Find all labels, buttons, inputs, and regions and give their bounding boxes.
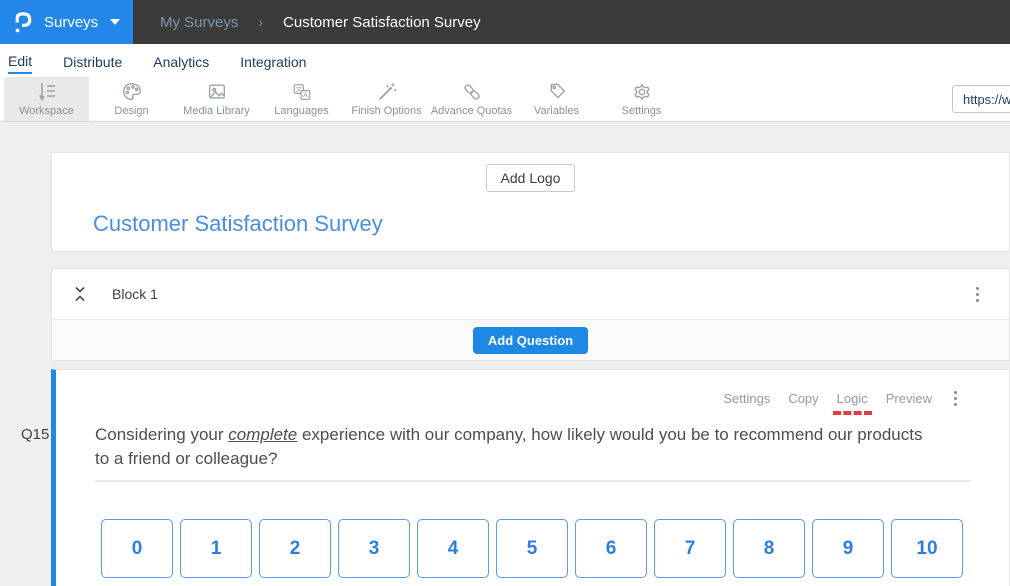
survey-header-card: Add Logo Customer Satisfaction Survey [51,152,1010,252]
nps-option-4[interactable]: 4 [417,519,489,578]
media-library-icon [205,81,229,103]
breadcrumb: My Surveys › Customer Satisfaction Surve… [160,0,481,44]
question-settings-link[interactable]: Settings [723,391,770,406]
product-name: Surveys [44,14,98,31]
settings-icon [630,81,654,103]
toolbar-item-media-library[interactable]: Media Library [174,77,259,121]
question-divider [95,480,971,482]
nps-option-2[interactable]: 2 [259,519,331,578]
breadcrumb-current: Customer Satisfaction Survey [283,14,481,31]
toolbar-item-label: Settings [622,105,662,117]
collapse-block-icon[interactable] [73,286,87,302]
toolbar-item-languages[interactable]: 文 A Languages [259,77,344,121]
toolbar-item-advance-quotas[interactable]: Advance Quotas [429,77,514,121]
nps-scale: 0 1 2 3 4 5 6 7 8 9 10 [101,519,1009,578]
tab-edit[interactable]: Edit [8,48,32,74]
survey-url-field[interactable] [952,85,1010,113]
question-text[interactable]: Considering your complete experience wit… [95,423,930,471]
question-copy-link[interactable]: Copy [788,391,818,406]
survey-canvas: Add Logo Customer Satisfaction Survey Bl… [0,122,1010,586]
nps-option-7[interactable]: 7 [654,519,726,578]
toolbar-item-finish-options[interactable]: Finish Options [344,77,429,121]
editor-toolbar: Workspace Design Media Library [0,77,1010,122]
toolbar-item-label: Media Library [183,105,250,117]
nps-option-3[interactable]: 3 [338,519,410,578]
finish-options-icon [375,81,399,103]
breadcrumb-my-surveys[interactable]: My Surveys [160,14,238,31]
add-question-button[interactable]: Add Question [473,327,588,354]
toolbar-item-label: Workspace [19,105,74,117]
nps-option-8[interactable]: 8 [733,519,805,578]
nps-option-5[interactable]: 5 [496,519,568,578]
nps-option-9[interactable]: 9 [812,519,884,578]
question-preview-link[interactable]: Preview [886,391,932,406]
block-menu-icon[interactable] [972,283,983,306]
toolbar-item-variables[interactable]: Variables [514,77,599,121]
toolbar-item-workspace[interactable]: Workspace [4,77,89,121]
tab-distribute[interactable]: Distribute [63,49,122,73]
nps-option-0[interactable]: 0 [101,519,173,578]
survey-title[interactable]: Customer Satisfaction Survey [93,211,383,237]
block-header: Block 1 [52,269,1009,319]
workspace-icon [35,81,59,103]
svg-text:A: A [303,91,308,100]
toolbar-item-label: Finish Options [351,105,421,117]
toolbar-item-settings[interactable]: Settings [599,77,684,121]
tab-analytics[interactable]: Analytics [153,49,209,73]
languages-icon: 文 A [290,81,314,103]
question-actions: Settings Copy Logic Preview [56,370,1009,410]
block-name[interactable]: Block 1 [112,286,158,302]
nps-option-6[interactable]: 6 [575,519,647,578]
nps-option-10[interactable]: 10 [891,519,963,578]
toolbar-item-design[interactable]: Design [89,77,174,121]
tab-integration[interactable]: Integration [240,49,306,73]
question-gutter: Q15 [0,369,51,586]
svg-text:文: 文 [295,84,302,93]
chevron-down-icon [110,19,120,25]
nps-option-1[interactable]: 1 [180,519,252,578]
toolbar-item-label: Variables [534,105,579,117]
design-icon [120,81,144,103]
brand-logo-icon [11,9,34,36]
question-row: Q15 Settings Copy Logic Preview Consider… [0,369,1010,586]
toolbar-item-label: Design [114,105,148,117]
product-switcher[interactable]: Surveys [0,0,133,44]
top-bar: Surveys My Surveys › Customer Satisfacti… [0,0,1010,44]
question-text-emphasis: complete [228,425,297,444]
block-card: Block 1 Add Question [51,268,1010,361]
toolbar-item-label: Languages [274,105,328,117]
toolbar-item-label: Advance Quotas [431,105,512,117]
question-card[interactable]: Settings Copy Logic Preview Considering … [51,369,1010,586]
question-logic-link[interactable]: Logic [837,391,868,406]
block-footer: Add Question [52,319,1009,360]
question-text-part: Considering your [95,425,228,444]
variables-icon [545,81,569,103]
add-logo-button[interactable]: Add Logo [486,164,576,192]
advance-quotas-icon [460,81,484,103]
section-nav: Edit Distribute Analytics Integration [0,44,1010,77]
question-menu-icon[interactable] [950,387,961,410]
breadcrumb-separator: › [258,14,263,30]
question-number: Q15 [21,426,49,443]
